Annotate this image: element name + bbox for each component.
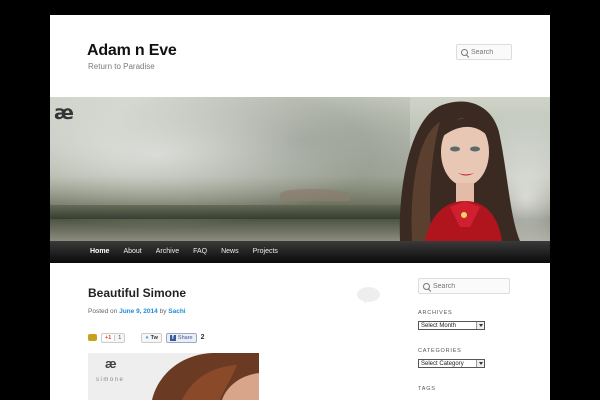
sidebar-search[interactable] xyxy=(418,278,510,294)
header-banner[interactable]: æ xyxy=(50,97,550,241)
sidebar-search-icon xyxy=(423,282,430,290)
sidebar-search-input[interactable] xyxy=(430,282,509,290)
categories-dropdown-value: Select Category xyxy=(421,360,464,367)
nav-home[interactable]: Home xyxy=(83,241,116,263)
tags-widget-title: TAGS xyxy=(418,386,436,392)
categories-dropdown[interactable]: Select Category xyxy=(418,359,485,368)
header-search-input[interactable] xyxy=(468,48,511,56)
share-total-count: 2 xyxy=(200,334,205,341)
nav-projects[interactable]: Projects xyxy=(246,241,285,263)
nav-news[interactable]: News xyxy=(214,241,246,263)
site-title[interactable]: Adam n Eve xyxy=(87,42,177,60)
post-image-portrait xyxy=(152,353,259,400)
archives-widget-title: ARCHIVES xyxy=(418,310,453,316)
categories-widget-title: CATEGORIES xyxy=(418,348,462,354)
post-title[interactable]: Beautiful Simone xyxy=(88,286,186,300)
twitter-bird-icon: ● xyxy=(145,334,149,341)
post-image-caption: simone xyxy=(96,377,125,383)
post-meta: Posted on June 9, 2014 by Sachi xyxy=(88,308,186,315)
site-description: Return to Paradise xyxy=(88,62,155,71)
twitter-label: Tw xyxy=(150,334,158,341)
google-plus-count: 1 xyxy=(118,334,122,341)
twitter-button[interactable]: ● Tw xyxy=(141,332,162,343)
post-author-link[interactable]: Sachi xyxy=(168,308,185,315)
post-meta-prefix: Posted on xyxy=(88,308,118,315)
google-plus-label: +1 xyxy=(102,334,116,341)
comment-bubble-icon[interactable] xyxy=(357,287,380,304)
facebook-share-label: Share xyxy=(177,334,193,341)
post-meta-by: by xyxy=(159,308,167,315)
post-date-link[interactable]: June 9, 2014 xyxy=(119,308,158,315)
banner-island xyxy=(280,189,350,201)
chevron-down-icon xyxy=(476,360,484,367)
facebook-icon: f xyxy=(169,334,176,341)
post-image-logo: æ xyxy=(105,356,117,371)
share-icon[interactable] xyxy=(88,334,97,341)
nav-faq[interactable]: FAQ xyxy=(186,241,214,263)
header-search[interactable] xyxy=(456,44,512,60)
google-plus-button[interactable]: +1 1 xyxy=(101,332,126,343)
main-navigation: Home About Archive FAQ News Projects xyxy=(50,241,550,263)
chevron-down-icon xyxy=(476,322,484,329)
banner-portrait xyxy=(399,101,520,241)
nav-archive[interactable]: Archive xyxy=(149,241,186,263)
share-bar: +1 1 ● Tw f Share 2 xyxy=(88,332,205,343)
post-featured-image[interactable]: æ simone xyxy=(88,353,259,400)
banner-sky xyxy=(50,97,410,241)
nav-about[interactable]: About xyxy=(116,241,148,263)
brand-logo: æ xyxy=(54,102,74,124)
archives-dropdown-value: Select Month xyxy=(421,322,457,329)
archives-dropdown[interactable]: Select Month xyxy=(418,321,485,330)
search-icon xyxy=(461,48,468,56)
facebook-share-button[interactable]: f Share xyxy=(165,332,197,343)
page-container: Adam n Eve Return to Paradise æ Home Abo… xyxy=(50,15,550,400)
